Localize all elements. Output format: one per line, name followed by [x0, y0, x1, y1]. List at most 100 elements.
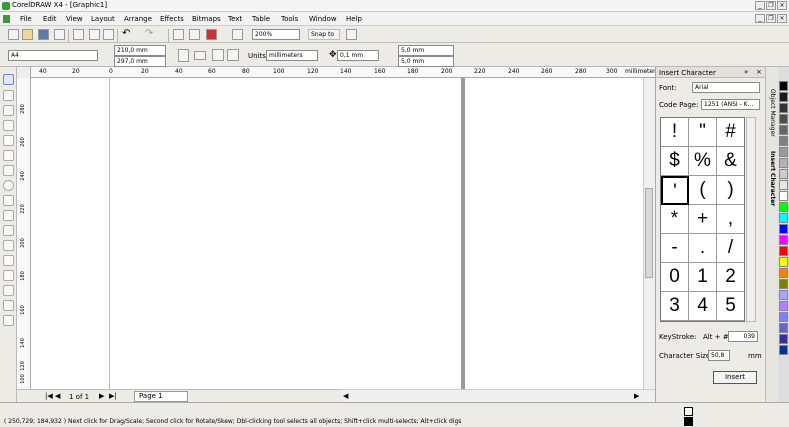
cut-icon[interactable] [73, 29, 84, 40]
tab-object-manager[interactable]: Object Manager [769, 89, 776, 137]
palette-swatch[interactable] [779, 224, 788, 234]
close-button[interactable]: × [777, 1, 787, 10]
character-size-field[interactable]: 50,8 [708, 350, 730, 361]
palette-swatch[interactable] [779, 312, 788, 322]
codepage-select[interactable]: 1251 (ANSI - K... [701, 99, 760, 110]
prev-page-icon[interactable]: ◀ [55, 392, 60, 400]
palette-swatch[interactable] [779, 279, 788, 289]
tab-insert-character[interactable]: Insert Character [769, 151, 776, 206]
smart-fill-tool-icon[interactable] [3, 150, 14, 161]
palette-swatch[interactable] [779, 114, 788, 124]
character-cell[interactable]: , [717, 205, 744, 234]
ellipse-tool-icon[interactable] [3, 180, 14, 191]
palette-swatch[interactable] [779, 158, 788, 168]
last-page-icon[interactable]: ▶| [109, 392, 117, 400]
font-select[interactable]: Arial [692, 82, 760, 93]
shape-tool-icon[interactable] [3, 90, 14, 101]
undo-icon[interactable]: ↶ [122, 29, 133, 40]
export-icon[interactable] [189, 29, 200, 40]
docker-close-icon[interactable]: × [756, 68, 762, 76]
character-cell[interactable]: 0 [661, 263, 689, 292]
save-icon[interactable] [38, 29, 49, 40]
character-cell[interactable]: $ [661, 147, 689, 176]
palette-swatch[interactable] [779, 246, 788, 256]
page-tab[interactable]: Page 1 [134, 391, 188, 402]
palette-swatch[interactable] [779, 345, 788, 355]
table-tool-icon[interactable] [3, 240, 14, 251]
palette-swatch[interactable] [779, 125, 788, 135]
character-cell[interactable]: - [661, 234, 689, 263]
palette-swatch[interactable] [779, 268, 788, 278]
freehand-tool-icon[interactable] [3, 135, 14, 146]
character-cell[interactable]: % [689, 147, 717, 176]
scroll-thumb[interactable] [645, 188, 653, 278]
pick-tool-icon[interactable] [3, 74, 14, 85]
palette-swatch[interactable] [779, 290, 788, 300]
menu-table[interactable]: Table [252, 15, 270, 23]
ruler-origin-icon[interactable] [17, 67, 31, 78]
collapse-icon[interactable]: » [744, 68, 748, 76]
snap-to-select[interactable]: Snap to [308, 29, 340, 40]
print-icon[interactable] [54, 29, 65, 40]
doc-minimize-button[interactable]: _ [755, 14, 765, 23]
menu-window[interactable]: Window [309, 15, 337, 23]
palette-swatch[interactable] [779, 81, 788, 91]
menu-help[interactable]: Help [346, 15, 362, 23]
rectangle-tool-icon[interactable] [3, 165, 14, 176]
palette-swatch[interactable] [779, 301, 788, 311]
zoom-tool-icon[interactable] [3, 120, 14, 131]
character-cell[interactable]: ! [661, 118, 689, 147]
doc-restore-button[interactable]: ❐ [766, 14, 776, 23]
import-icon[interactable] [173, 29, 184, 40]
minimize-button[interactable]: _ [755, 1, 765, 10]
menu-layout[interactable]: Layout [91, 15, 115, 23]
palette-swatch[interactable] [779, 334, 788, 344]
welcome-screen-icon[interactable] [232, 29, 243, 40]
menu-file[interactable]: File [20, 15, 32, 23]
drawing-canvas[interactable] [31, 78, 643, 389]
character-cell[interactable]: & [717, 147, 744, 176]
new-icon[interactable] [8, 29, 19, 40]
character-cell[interactable]: # [717, 118, 744, 147]
character-cell[interactable]: 2 [717, 263, 744, 292]
paste-icon[interactable] [103, 29, 114, 40]
palette-swatch[interactable] [779, 169, 788, 179]
application-launcher-icon[interactable] [206, 29, 217, 40]
menu-effects[interactable]: Effects [160, 15, 184, 23]
character-cell[interactable]: ) [717, 176, 744, 205]
nudge-offset-field[interactable]: 0,1 mm [337, 50, 379, 61]
first-page-icon[interactable]: |◀ [45, 392, 53, 400]
eyedropper-tool-icon[interactable] [3, 270, 14, 281]
copy-icon[interactable] [89, 29, 100, 40]
character-cell[interactable]: 1 [689, 263, 717, 292]
horizontal-ruler[interactable]: 40 20 0 20 40 60 80 100 120 140 160 180 … [17, 67, 659, 78]
portrait-icon[interactable] [178, 49, 189, 62]
menu-view[interactable]: View [66, 15, 83, 23]
character-cell[interactable]: 3 [661, 292, 689, 321]
fill-tool-icon[interactable] [3, 300, 14, 311]
character-scrollbar[interactable] [746, 117, 756, 322]
character-cell[interactable]: / [717, 234, 744, 263]
character-cell[interactable]: " [689, 118, 717, 147]
text-tool-icon[interactable] [3, 225, 14, 236]
horizontal-scrollbar[interactable]: ◀ ▶ [341, 389, 655, 402]
duplicate-distance-y-field[interactable]: 5,0 mm [398, 56, 454, 67]
menu-text[interactable]: Text [228, 15, 242, 23]
units-select[interactable]: millimeters [266, 50, 318, 61]
crop-tool-icon[interactable] [3, 105, 14, 116]
page-height-field[interactable]: 297,0 mm [114, 56, 166, 67]
polygon-tool-icon[interactable] [3, 195, 14, 206]
character-cell[interactable]: * [661, 205, 689, 234]
restore-button[interactable]: ❐ [766, 1, 776, 10]
character-cell[interactable]: + [689, 205, 717, 234]
insert-button[interactable]: Insert [713, 371, 757, 384]
landscape-icon[interactable] [194, 51, 206, 60]
palette-swatch[interactable] [779, 180, 788, 190]
character-grid[interactable]: ! " # $% & '() * +, -./ 0 1 2 3 4 5 [660, 117, 745, 322]
palette-swatch[interactable] [779, 202, 788, 212]
palette-swatch[interactable] [779, 213, 788, 223]
palette-swatch[interactable] [779, 92, 788, 102]
palette-swatch[interactable] [779, 191, 788, 201]
keystroke-field[interactable]: 039 [728, 331, 758, 342]
scroll-right-icon[interactable]: ▶ [634, 392, 639, 400]
